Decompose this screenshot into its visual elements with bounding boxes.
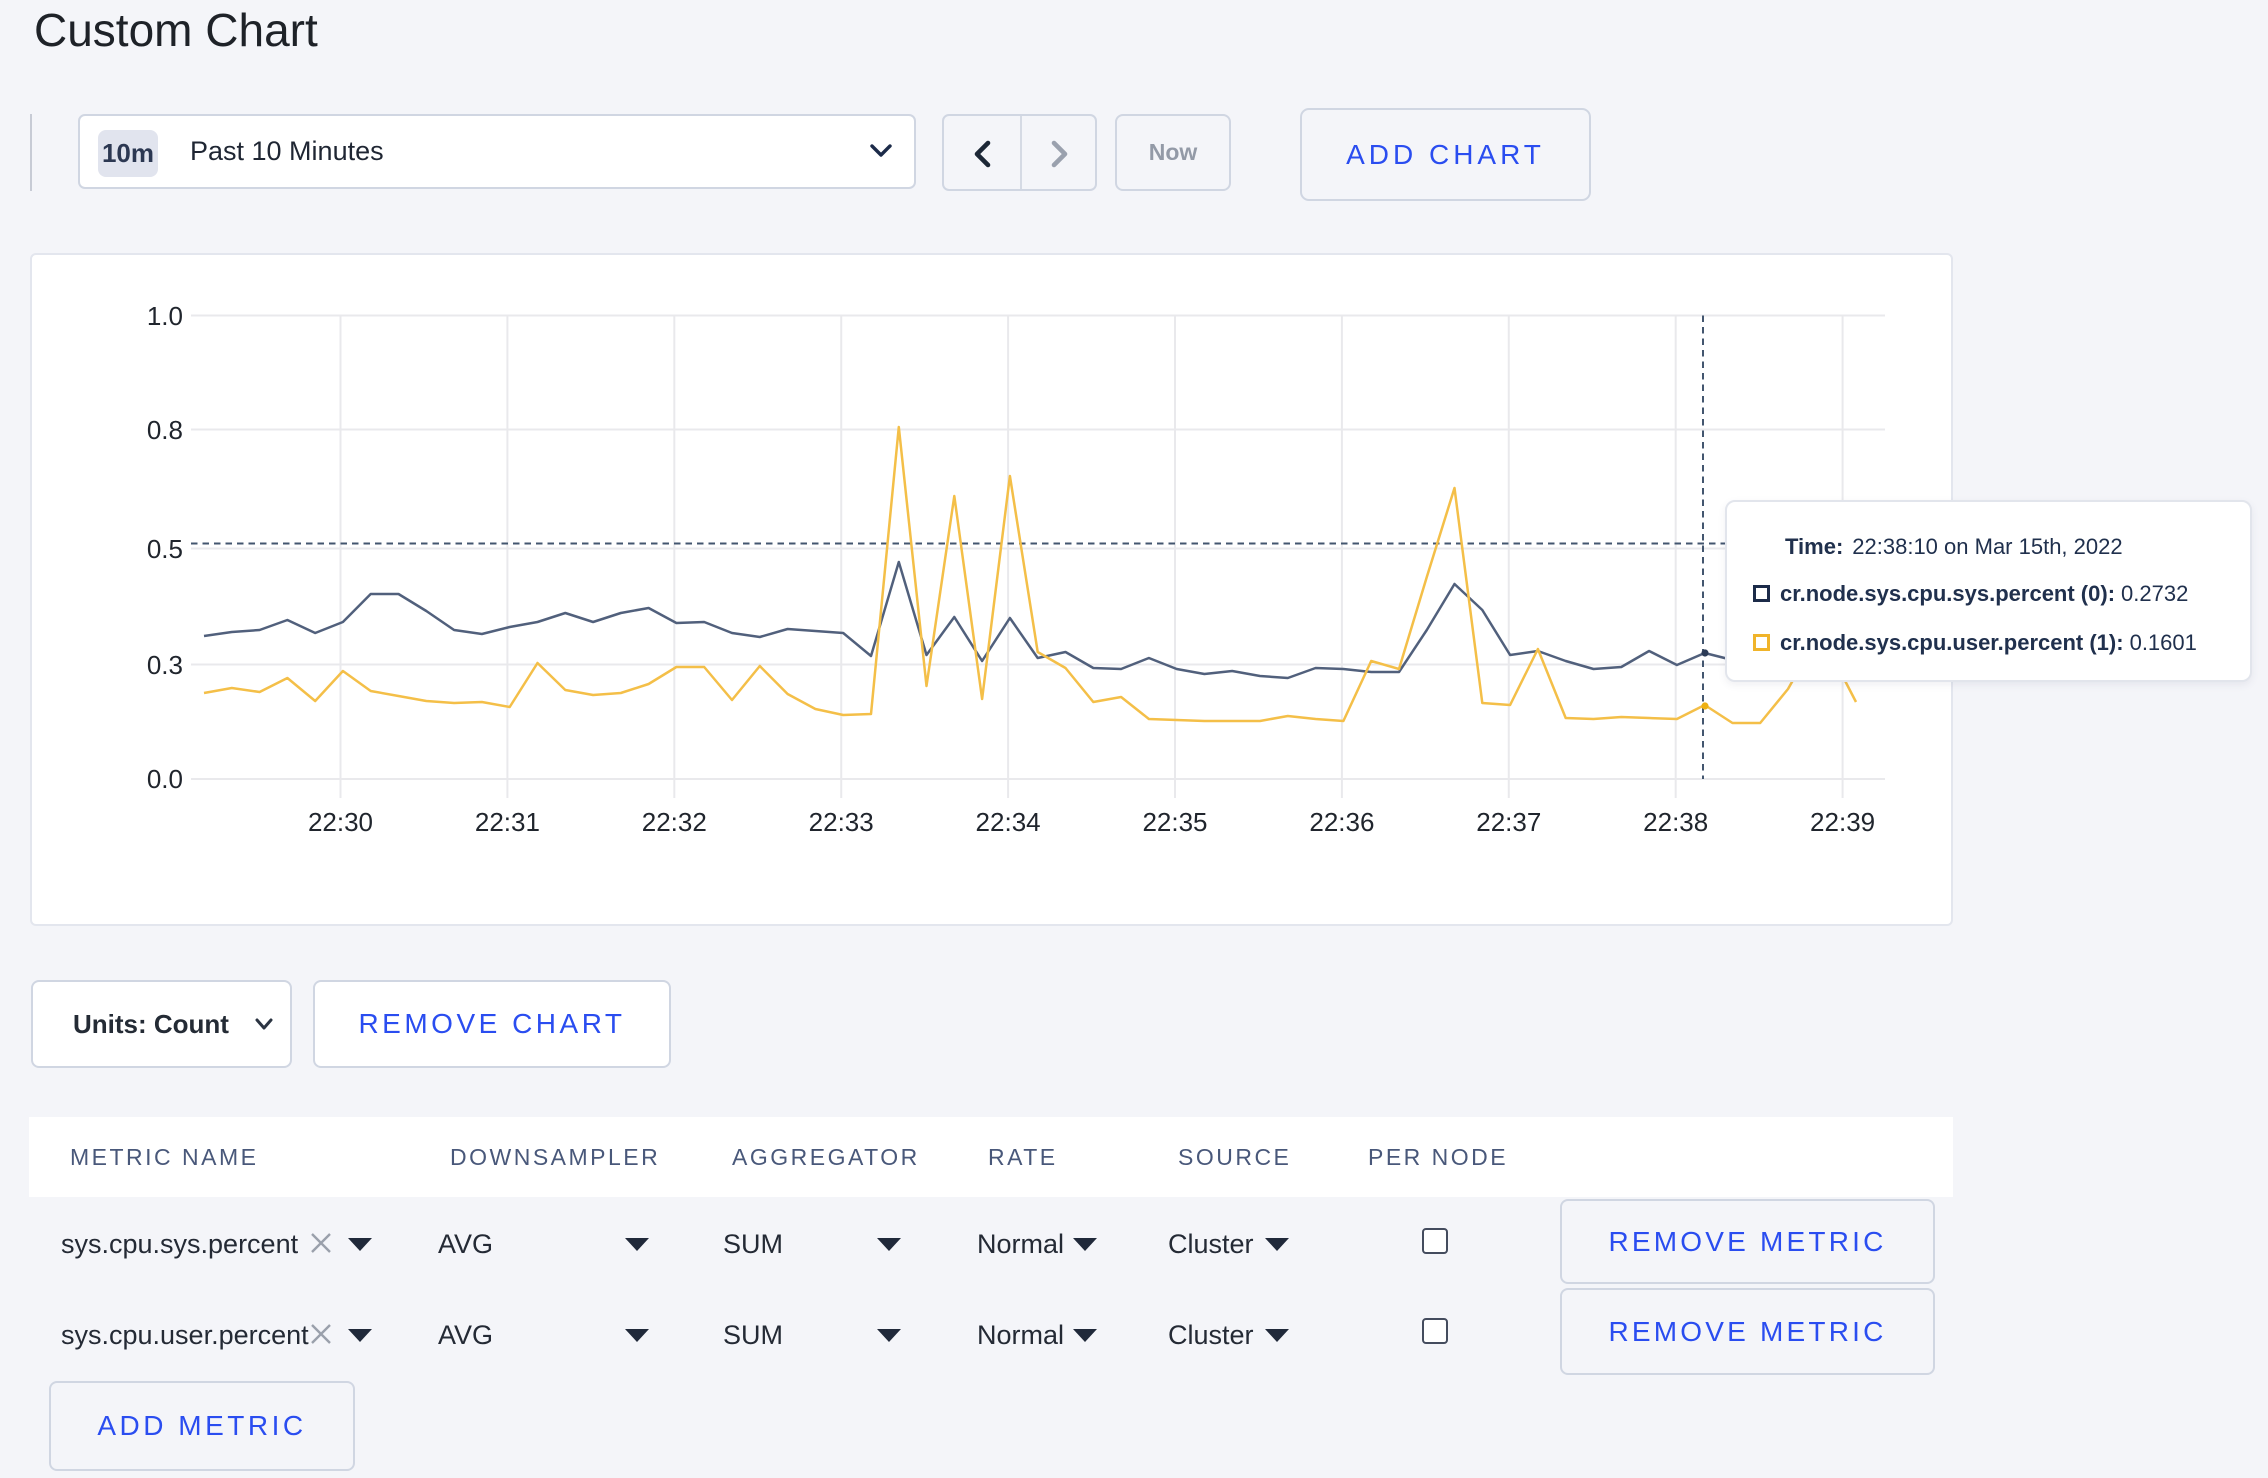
svg-text:22:38: 22:38: [1643, 807, 1708, 837]
svg-text:22:36: 22:36: [1309, 807, 1374, 837]
svg-text:0.3: 0.3: [147, 650, 183, 680]
svg-text:0.0: 0.0: [147, 764, 183, 794]
svg-text:0.8: 0.8: [147, 415, 183, 445]
svg-text:22:31: 22:31: [475, 807, 540, 837]
svg-text:0.5: 0.5: [147, 534, 183, 564]
svg-text:1.0: 1.0: [147, 301, 183, 331]
svg-text:22:34: 22:34: [976, 807, 1041, 837]
svg-text:22:33: 22:33: [809, 807, 874, 837]
svg-text:22:39: 22:39: [1810, 807, 1875, 837]
svg-text:22:35: 22:35: [1142, 807, 1207, 837]
svg-text:22:32: 22:32: [642, 807, 707, 837]
svg-text:22:30: 22:30: [308, 807, 373, 837]
svg-text:22:37: 22:37: [1476, 807, 1541, 837]
